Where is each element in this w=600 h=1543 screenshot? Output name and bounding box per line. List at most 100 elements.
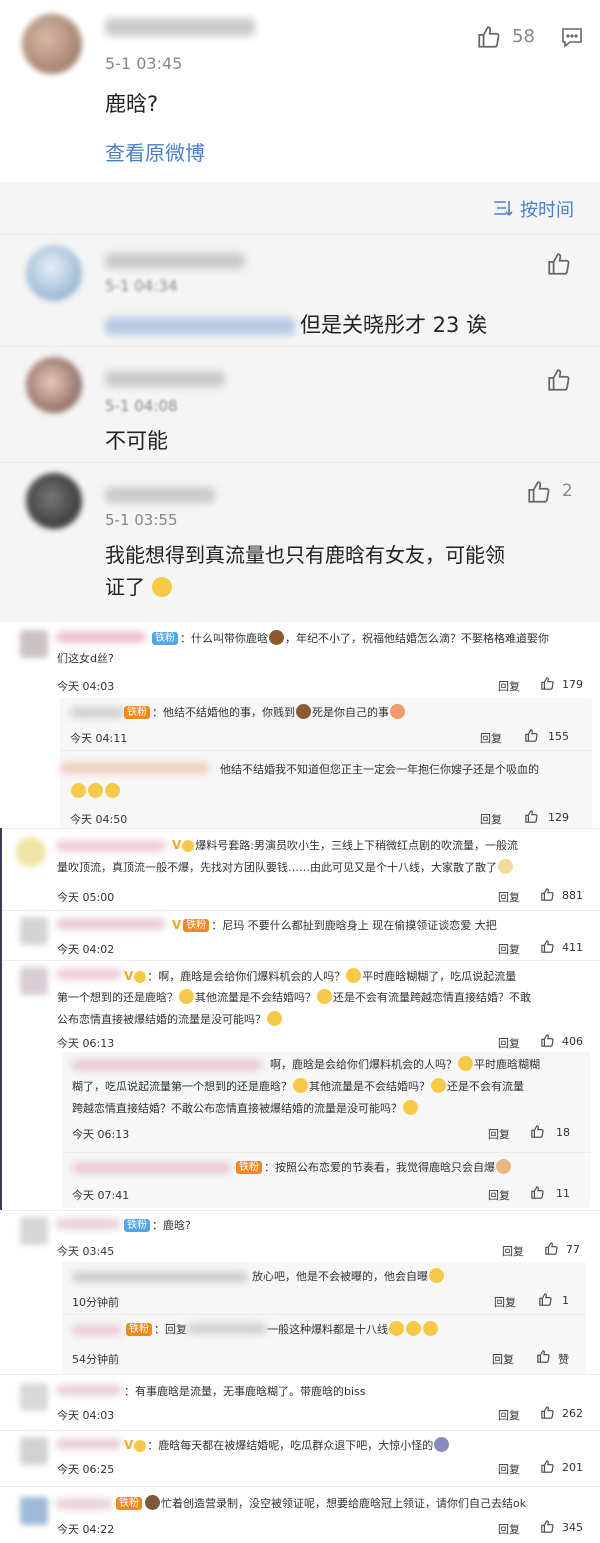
sub-reply-text: 放心吧，他是不会被曝的，他会自曝 [252,1268,445,1284]
thumbs-up-icon [528,481,550,503]
main-comment: 5-1 03:45 鹿晗? 查看原微博 58 [0,0,600,182]
sort-label: 按时间 [520,200,574,221]
username-blurred[interactable] [56,1219,120,1229]
reply-button[interactable]: 回复 [498,678,520,694]
comment-text-1b: 平时鹿晗糊糊了，吃瓜说起流量 [362,970,517,983]
sort-icon [494,201,513,216]
reply-text: 不可能 [105,429,168,453]
username-blurred[interactable] [56,969,122,979]
username-blurred[interactable] [56,632,146,642]
avatar[interactable] [20,1383,48,1411]
sub-reply-text-2a: 糊了，吃瓜说起流量第一个想到的还是鹿晗？ [72,1080,292,1093]
sub-reply: 放心吧，他是不会被曝的，他会自曝 10分钟前 回复 1 [62,1262,586,1314]
username-blurred[interactable] [72,1163,232,1173]
sub-replies: 放心吧，他是不会被曝的，他会自曝 10分钟前 回复 1 铁粉 ：回复 一般这种爆料都… [62,1262,586,1374]
username-blurred[interactable] [72,1325,122,1335]
thumbs-up-icon[interactable] [524,809,539,824]
cry-emoji-icon [71,783,86,798]
sub-reply-time: 10分钟前 [72,1296,119,1309]
comment-text-3a: 公布恋情直接被爆结婚的流量是没可能吗？ [57,1013,266,1026]
reply-button[interactable]: 回复 [480,730,502,746]
smile-emoji-icon [423,1321,438,1336]
comment-text: 鹿晗? [105,92,159,116]
sub-reply-text-1a: 啊，鹿晗是会给你们爆料机会的人吗？ [270,1058,457,1071]
smile-emoji-icon [406,1321,421,1336]
sub-reply-text: 铁粉 ：按照公布恋爱的节奏看，我觉得鹿晗只会自爆 [234,1159,512,1175]
reply-button[interactable]: 回复 [502,1243,524,1259]
sub-reply-text-a: 放心吧，他是不会被曝的，他会自曝 [252,1270,428,1283]
reply-button[interactable]: 回复 [488,1126,510,1142]
comment-text-2c: 还是不会有流量跨越恋情直接结婚？不敢 [333,991,531,1004]
like-count: 129 [548,811,569,824]
iron-fan-badge: 铁粉 [152,632,178,645]
reply-button[interactable]: 回复 [492,1351,514,1367]
thumbs-up-icon[interactable] [530,1124,545,1139]
thumbs-up-icon[interactable] [540,887,555,902]
thumbs-up-icon[interactable] [540,1459,555,1474]
thumbs-up-icon[interactable] [530,1185,545,1200]
reply-button[interactable]: 回复 [488,1187,510,1203]
reply-button[interactable]: 回复 [480,811,502,827]
username-blurred[interactable] [60,763,210,773]
username-blurred[interactable] [105,18,255,36]
wink-emoji-icon [390,704,405,719]
avatar[interactable] [20,1217,48,1245]
username-blurred[interactable] [56,1499,112,1509]
avatar[interactable] [26,357,82,413]
like-button[interactable]: 58 [476,24,546,52]
avatar[interactable] [26,473,82,529]
username-blurred[interactable] [72,1272,248,1282]
username-blurred[interactable] [105,253,245,269]
username-blurred[interactable] [105,487,215,503]
username-blurred[interactable] [105,371,225,387]
username-blurred[interactable] [56,1385,122,1395]
thumbs-up-icon[interactable] [544,1241,559,1256]
username-blurred[interactable] [56,1439,122,1449]
avatar[interactable] [20,967,48,995]
view-original-link[interactable]: 查看原微博 [105,137,205,166]
username-blurred[interactable] [70,708,125,717]
comment-text: 铁粉 ：什么叫带你鹿晗 ，年纪不小了，祝福他结婚怎么滴？不娶格格难道娶你 [150,630,590,648]
sub-reply: 铁粉 ：回复 一般这种爆料都是十八线 54分钟前 回复 赞 [62,1314,586,1374]
thumbs-up-icon[interactable] [546,367,572,393]
avatar[interactable] [20,917,48,945]
username-blurred[interactable] [56,841,166,851]
thumbs-up-icon[interactable] [540,1519,555,1534]
username-blurred[interactable] [72,1060,262,1070]
avatar[interactable] [22,14,82,74]
avatar[interactable] [26,245,82,301]
thumbs-up-icon[interactable] [524,728,539,743]
avatar[interactable] [20,1437,48,1465]
comment-text-a: 忙着创造营录制，没空被领证呢，想要给鹿晗冠上领证，请你们自己去结ok [161,1497,527,1510]
reply-button[interactable]: 回复 [494,1294,516,1310]
thumbs-up-icon[interactable] [536,1349,551,1364]
vip-mark: V [172,918,182,932]
thumbs-up-icon[interactable] [538,1292,553,1307]
reply-button[interactable]: 回复 [498,1461,520,1477]
thumbs-up-icon[interactable] [546,251,572,277]
username-blurred[interactable] [56,919,166,929]
comment-text-1a: ：啊，鹿晗是会给你们爆料机会的人吗？ [147,970,346,983]
like-count: 201 [562,1461,583,1474]
thumbs-up-icon[interactable] [540,1405,555,1420]
like-count: 2 [562,481,573,501]
iron-fan-badge: 铁粉 [124,706,150,719]
reply-button[interactable]: 回复 [498,941,520,957]
comment-item: V 爆料号套路:男演员吹小生，三线上下稍微红点剧的吹流量，一般流 量吹顶流，真顶流… [0,828,600,910]
reply-button[interactable]: 回复 [498,1407,520,1423]
avatar[interactable] [20,630,48,658]
thumbs-up-icon[interactable] [540,939,555,954]
comment-icon[interactable] [560,25,584,49]
reply-button[interactable]: 回复 [498,1521,520,1537]
avatar[interactable] [16,837,46,867]
avatar[interactable] [20,1497,48,1525]
thumbs-up-icon[interactable] [540,676,555,691]
reply-button[interactable]: 回复 [498,1035,520,1051]
like-count: 179 [562,678,583,691]
thumbs-up-icon[interactable] [540,1033,555,1048]
reply-button[interactable]: 回复 [498,889,520,905]
comment-time: 今天 04:02 [57,943,115,956]
like-button[interactable]: 2 [526,479,576,507]
cry-emoji-icon [88,783,103,798]
comment-time: 今天 04:03 [57,1409,115,1422]
